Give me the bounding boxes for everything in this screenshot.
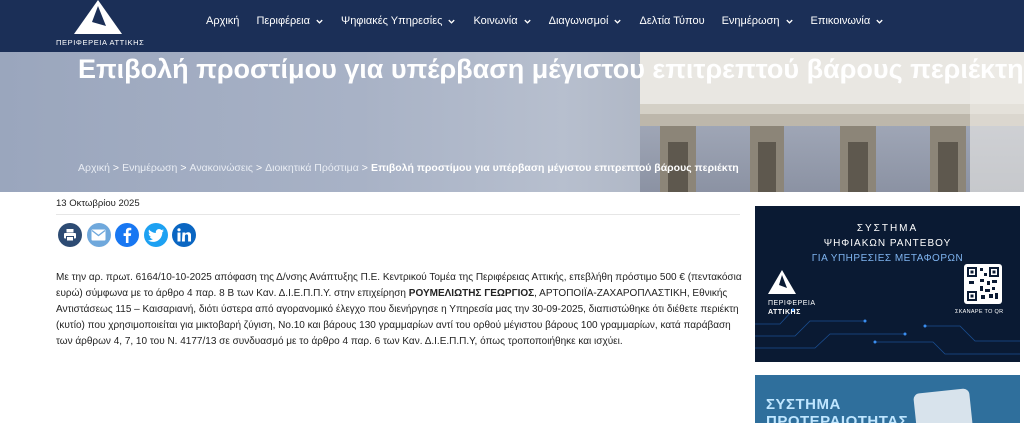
print-icon — [64, 229, 76, 242]
banner2-line1: ΣΥΣΤΗΜΑ — [766, 396, 841, 413]
banner1-line2: ΨΗΦΙΑΚΩΝ ΡΑΝΤΕΒΟΥ — [823, 238, 952, 249]
breadcrumb-separator: > — [112, 162, 120, 174]
nav-item-label: Δελτία Τύπου — [639, 15, 705, 27]
nav-item-label: Αρχική — [206, 15, 240, 27]
chevron-down-icon — [785, 19, 793, 24]
logo-triangle-icon — [74, 0, 122, 34]
article-body: Με την αρ. πρωτ. 6164/10-10-2025 απόφαση… — [56, 270, 746, 350]
nav-item-label: Διαγωνισμοί — [548, 15, 609, 27]
breadcrumb-separator: > — [361, 162, 368, 174]
nav-item-label: Επικοινωνία — [810, 15, 871, 27]
chevron-down-icon — [523, 19, 531, 24]
banner1-line1: ΣΥΣΤΗΜΑ — [856, 223, 919, 234]
linkedin-share-button[interactable] — [172, 223, 196, 247]
facebook-icon — [123, 227, 132, 243]
nav-item-label: Ενημέρωση — [721, 15, 780, 27]
phone-icon — [913, 388, 973, 423]
nav-item-0[interactable]: Αρχική — [206, 15, 239, 27]
breadcrumb-current: Επιβολή προστίμου για υπέρβαση μέγιστου … — [370, 162, 739, 174]
print-button[interactable] — [58, 223, 82, 247]
chevron-down-icon — [316, 19, 323, 24]
priority-system-banner[interactable]: ΣΥΣΤΗΜΑ ΠΡΟΤΕΡΑΙΟΤΗΤΑΣ — [755, 375, 1020, 423]
email-share-button[interactable] — [86, 223, 111, 247]
nav-item-2[interactable]: Ψηφιακές Υπηρεσίες — [341, 15, 456, 27]
email-icon — [91, 229, 106, 241]
logo-text: ΠΕΡΙΦΕΡΕΙΑ ΑΤΤΙΚΗΣ — [56, 38, 145, 47]
chevron-down-icon — [876, 19, 883, 24]
publish-date: 13 Οκτωβρίου 2025 — [56, 198, 140, 209]
page-title: Επιβολή προστίμου για υπέρβαση μέγιστου … — [78, 54, 1024, 84]
nav-item-1[interactable]: Περιφέρεια — [256, 15, 324, 27]
top-navigation-bar: ΠΕΡΙΦΕΡΕΙΑ ΑΤΤΙΚΗΣ Αρχική Περιφέρεια Ψηφια… — [0, 0, 1024, 52]
share-buttons — [58, 223, 201, 247]
breadcrumb-link-3[interactable]: Διοικητικά Πρόστιμα — [265, 162, 359, 174]
main-menu: Αρχική Περιφέρεια Ψηφιακές Υπηρεσίες Κοινων… — [206, 12, 901, 30]
breadcrumb-link-0[interactable]: Αρχική — [78, 162, 110, 174]
nav-item-label: Κοινωνία — [473, 15, 518, 27]
banner1-line3: ΓΙΑ ΥΠΗΡΕΣΙΕΣ ΜΕΤΑΦΟΡΩΝ — [811, 253, 964, 264]
divider — [56, 214, 740, 215]
twitter-icon — [147, 228, 164, 242]
breadcrumb-separator: > — [180, 162, 187, 174]
facebook-share-button[interactable] — [115, 223, 139, 247]
digital-appointments-banner[interactable]: ΣΥΣΤΗΜΑ ΨΗΦΙΑΚΩΝ ΡΑΝΤΕΒΟΥ ΓΙΑ ΥΠΗΡΕΣΙΕΣ … — [755, 206, 1020, 362]
nav-item-label: Περιφέρεια — [256, 15, 310, 27]
qr-code-icon — [964, 264, 1002, 304]
linkedin-icon — [177, 228, 191, 242]
nav-item-label: Ψηφιακές Υπηρεσίες — [341, 15, 443, 27]
qr-label: ΣΚΑΝΑΡΕ ΤΟ QR — [955, 309, 1004, 315]
region-logo-icon — [768, 270, 796, 294]
nav-item-3[interactable]: Κοινωνία — [473, 15, 531, 27]
breadcrumb-link-1[interactable]: Ενημέρωση — [122, 162, 177, 174]
business-name: ΡΟΥΜΕΛΙΩΤΗΣ ΓΕΩΡΓΙΟΣ — [408, 288, 535, 299]
banner1-org-line1: ΠΕΡΙΦΕΡΕΙΑ — [768, 300, 816, 307]
hero-banner: Επιβολή προστίμου για υπέρβαση μέγιστου … — [0, 52, 1024, 192]
breadcrumb-separator: > — [255, 162, 263, 174]
banner2-line2: ΠΡΟΤΕΡΑΙΟΤΗΤΑΣ — [766, 413, 909, 423]
nav-item-4[interactable]: Διαγωνισμοί — [549, 15, 623, 27]
banner1-org-line2: ΑΤΤΙΚΗΣ — [768, 309, 801, 316]
chevron-down-icon — [614, 19, 622, 24]
nav-item-7[interactable]: Επικοινωνία — [811, 15, 885, 27]
nav-item-6[interactable]: Ενημέρωση — [722, 15, 794, 27]
twitter-share-button[interactable] — [143, 223, 168, 247]
site-logo[interactable]: ΠΕΡΙΦΕΡΕΙΑ ΑΤΤΙΚΗΣ — [54, 0, 144, 52]
breadcrumb: Αρχική > Ενημέρωση > Ανακοινώσεις > Διοικητικά… — [78, 162, 739, 174]
chevron-down-icon — [448, 19, 456, 24]
breadcrumb-link-2[interactable]: Ανακοινώσεις — [190, 162, 253, 174]
nav-item-5[interactable]: Δελτία Τύπου — [639, 15, 704, 27]
